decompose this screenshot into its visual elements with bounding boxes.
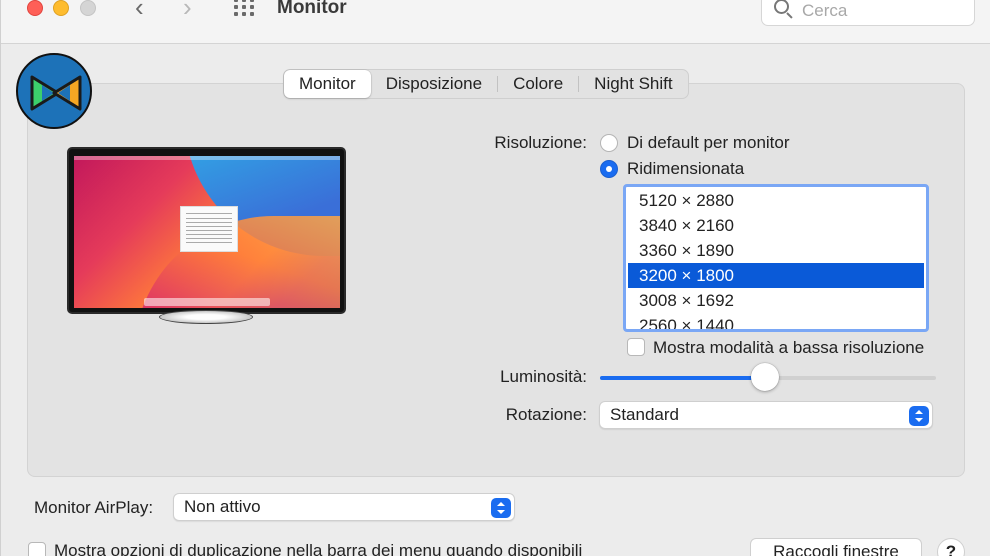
rotation-select[interactable]: Standard xyxy=(599,401,933,429)
low-resolution-label[interactable]: Mostra modalità a bassa risoluzione xyxy=(653,338,924,358)
tab-bar: Monitor Disposizione Colore Night Shift xyxy=(283,69,689,99)
brightness-slider-knob[interactable] xyxy=(751,363,779,391)
scaled-resolution-label[interactable]: Ridimensionata xyxy=(627,159,744,179)
help-button[interactable]: ? xyxy=(937,538,965,556)
tab-colore[interactable]: Colore xyxy=(498,70,578,98)
airplay-label: Monitor AirPlay: xyxy=(34,498,154,517)
mirror-options-label[interactable]: Mostra opzioni di duplicazione nella bar… xyxy=(54,541,582,556)
chevron-up-down-icon xyxy=(909,406,929,426)
resolution-label: Risoluzione: xyxy=(494,133,587,152)
display-arrows-app-icon xyxy=(16,53,92,129)
preview-window xyxy=(180,206,238,252)
rotation-label: Rotazione: xyxy=(505,405,587,424)
list-item[interactable]: 5120 × 2880 xyxy=(628,188,924,213)
airplay-value: Non attivo xyxy=(184,497,261,516)
resolution-list[interactable]: 5120 × 2880 3840 × 2160 3360 × 1890 3200… xyxy=(623,184,929,332)
low-resolution-checkbox[interactable] xyxy=(627,338,645,356)
chevron-left-icon[interactable]: ‹ xyxy=(135,0,144,20)
list-item-selected[interactable]: 3200 × 1800 xyxy=(628,263,924,288)
search-input[interactable] xyxy=(802,0,962,23)
search-field[interactable] xyxy=(761,0,975,26)
gather-windows-button[interactable]: Raccogli finestre xyxy=(750,538,922,556)
rotation-value: Standard xyxy=(610,405,679,424)
tab-night-shift[interactable]: Night Shift xyxy=(579,70,687,98)
tab-monitor[interactable]: Monitor xyxy=(284,70,371,98)
list-item[interactable]: 3840 × 2160 xyxy=(628,213,924,238)
close-window-button[interactable] xyxy=(27,0,43,16)
system-preferences-window: ‹ › Monitor Monitor Disposizione Colore … xyxy=(0,0,990,556)
preview-dock xyxy=(144,298,270,306)
list-item[interactable]: 3360 × 1890 xyxy=(628,238,924,263)
radio-scaled-resolution[interactable] xyxy=(600,160,618,178)
zoom-window-button[interactable] xyxy=(80,0,96,16)
default-resolution-label[interactable]: Di default per monitor xyxy=(627,133,790,153)
mirror-options-checkbox[interactable] xyxy=(28,542,46,556)
search-icon xyxy=(772,0,794,21)
chevron-right-icon[interactable]: › xyxy=(183,0,192,20)
monitor-preview xyxy=(67,147,346,314)
grid-icon[interactable] xyxy=(233,0,259,18)
list-item[interactable]: 3008 × 1692 xyxy=(628,288,924,313)
radio-default-resolution[interactable] xyxy=(600,134,618,152)
chevron-up-down-icon xyxy=(491,498,511,518)
brightness-label: Luminosità: xyxy=(500,367,587,386)
airplay-select[interactable]: Non attivo xyxy=(173,493,515,521)
titlebar: ‹ › Monitor xyxy=(1,0,990,44)
window-title: Monitor xyxy=(277,0,347,18)
brightness-slider-fill xyxy=(600,376,765,380)
list-item[interactable]: 2560 × 1440 xyxy=(628,313,924,329)
tab-disposizione[interactable]: Disposizione xyxy=(371,70,497,98)
monitor-stand-base xyxy=(159,310,253,324)
monitor-wallpaper xyxy=(74,156,340,308)
minimize-window-button[interactable] xyxy=(53,0,69,16)
